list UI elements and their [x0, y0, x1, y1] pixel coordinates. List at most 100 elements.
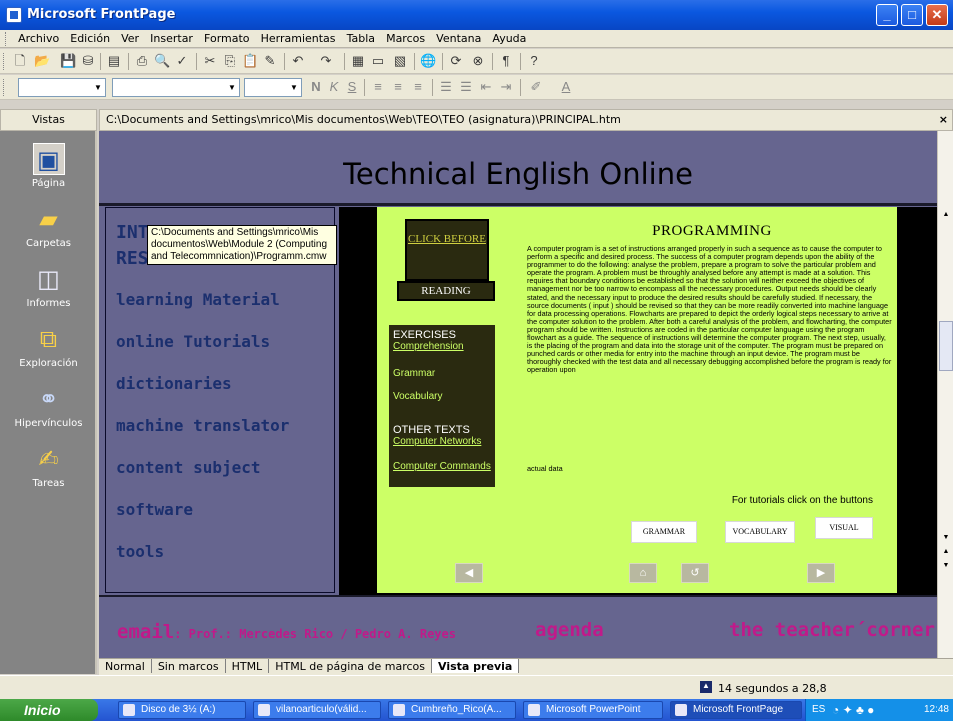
nav-link-machine-translator[interactable]: machine translator — [116, 416, 289, 435]
view-navigation[interactable]: ⧉ Exploración — [0, 319, 97, 377]
home-button[interactable]: ⌂ — [629, 563, 657, 583]
bold-icon[interactable]: N — [308, 79, 324, 95]
comprehension-link[interactable]: Comprehension — [393, 341, 491, 352]
minimize-button[interactable]: _ — [876, 4, 898, 26]
menu-edicion[interactable]: Edición — [66, 30, 114, 45]
font-color-icon[interactable]: A — [558, 79, 574, 95]
show-all-icon[interactable]: ¶ — [498, 53, 514, 69]
menu-herramientas[interactable]: Herramientas — [257, 30, 340, 45]
return-button[interactable]: ↺ — [681, 563, 709, 583]
tray-icons[interactable]: ◔ ✦ ♣ ● — [832, 699, 874, 721]
grammar-button[interactable]: GRAMMAR — [631, 521, 697, 543]
tab-html-marcos[interactable]: HTML de página de marcos — [269, 659, 433, 673]
insert-table-icon[interactable]: ▭ — [370, 53, 386, 69]
language-indicator[interactable]: ES — [812, 699, 825, 721]
email-link[interactable]: email — [117, 621, 174, 643]
format-painter-icon[interactable]: ✎ — [262, 53, 278, 69]
task-disco[interactable]: Disco de 3½ (A:) — [118, 701, 246, 719]
open-icon[interactable]: 📂 — [34, 53, 50, 69]
print-icon[interactable]: ⎙ — [134, 53, 150, 69]
agenda-link[interactable]: agenda — [535, 619, 604, 641]
redo-icon[interactable]: ↷ — [318, 53, 334, 69]
menu-ver[interactable]: Ver — [117, 30, 143, 45]
undo-icon[interactable]: ↶ — [290, 53, 306, 69]
tab-html[interactable]: HTML — [226, 659, 270, 673]
view-hyperlinks[interactable]: ⚭ Hipervínculos — [0, 379, 97, 437]
publish-icon[interactable]: ⛁ — [80, 53, 96, 69]
font-combo[interactable]: ▼ — [112, 78, 240, 97]
toolbar-grip[interactable] — [3, 79, 6, 96]
menu-marcos[interactable]: Marcos — [382, 30, 429, 45]
view-reports[interactable]: ◫ Informes — [0, 259, 97, 317]
italic-icon[interactable]: K — [326, 79, 342, 95]
spelling-icon[interactable]: ✓ — [174, 53, 190, 69]
vocabulary-link[interactable]: Vocabulary — [393, 391, 491, 402]
tab-vista-previa[interactable]: Vista previa — [432, 659, 520, 673]
visual-button[interactable]: VISUAL — [815, 517, 873, 539]
align-left-icon[interactable]: ≡ — [370, 79, 386, 95]
nav-link-int[interactable]: INT — [116, 222, 149, 243]
next-arrow-button[interactable]: ▶ — [807, 563, 835, 583]
view-folders[interactable]: ▰ Carpetas — [0, 199, 97, 257]
scroll-up-icon[interactable]: ▲ — [939, 211, 953, 225]
computer-networks-link[interactable]: Computer Networks — [393, 436, 491, 447]
menu-formato[interactable]: Formato — [200, 30, 254, 45]
font-size-combo[interactable]: ▼ — [244, 78, 302, 97]
hyperlink-icon[interactable]: 🌐 — [420, 53, 436, 69]
copy-icon[interactable]: ⎘ — [222, 53, 238, 69]
highlight-icon[interactable]: ✐ — [528, 79, 544, 95]
click-before-link[interactable]: CLICK BEFORE — [407, 233, 487, 245]
grammar-link[interactable]: Grammar — [393, 368, 491, 379]
insert-picture-icon[interactable]: ▧ — [392, 53, 408, 69]
nav-link-software[interactable]: software — [116, 500, 193, 519]
start-button[interactable]: Inicio — [0, 699, 98, 721]
cut-icon[interactable]: ✂ — [202, 53, 218, 69]
maximize-button[interactable]: □ — [901, 4, 923, 26]
scroll-down-icon[interactable]: ▼ ▲ ▼ — [939, 531, 953, 573]
new-page-icon[interactable]: 🗋 — [12, 53, 28, 69]
reading-button[interactable]: READING — [397, 281, 495, 301]
web-component-icon[interactable]: ▦ — [350, 53, 366, 69]
style-combo[interactable]: ▼ — [18, 78, 106, 97]
bullet-list-icon[interactable]: ☰ — [458, 79, 474, 95]
menu-ayuda[interactable]: Ayuda — [488, 30, 530, 45]
menu-grip[interactable] — [5, 32, 8, 46]
menu-tabla[interactable]: Tabla — [343, 30, 379, 45]
stop-icon[interactable]: ⊗ — [470, 53, 486, 69]
underline-icon[interactable]: S — [344, 79, 360, 95]
increase-indent-icon[interactable]: ⇥ — [498, 79, 514, 95]
decrease-indent-icon[interactable]: ⇤ — [478, 79, 494, 95]
align-center-icon[interactable]: ≡ — [390, 79, 406, 95]
nav-link-res[interactable]: RES — [116, 248, 149, 269]
view-tasks[interactable]: ✍ Tareas — [0, 439, 97, 497]
tab-sin-marcos[interactable]: Sin marcos — [152, 659, 226, 673]
view-page[interactable]: ▣ Página — [0, 139, 97, 197]
nav-link-learning-material[interactable]: learning Material — [116, 290, 280, 309]
menu-archivo[interactable]: Archivo — [14, 30, 63, 45]
close-document-icon[interactable]: × — [939, 110, 948, 130]
menu-ventana[interactable]: Ventana — [432, 30, 485, 45]
task-cumbreno[interactable]: Cumbreño_Rico(A... — [388, 701, 516, 719]
save-icon[interactable]: 💾 — [60, 53, 76, 69]
close-button[interactable]: ✕ — [926, 4, 948, 26]
numbered-list-icon[interactable]: ☰ — [438, 79, 454, 95]
task-vilano[interactable]: vilanoarticulo(válid... — [253, 701, 381, 719]
task-powerpoint[interactable]: Microsoft PowerPoint — [523, 701, 663, 719]
editor-scrollbar[interactable]: ▲ ▼ ▲ ▼ — [937, 131, 953, 658]
back-arrow-button[interactable]: ◀ — [455, 563, 483, 583]
refresh-icon[interactable]: ⟳ — [448, 53, 464, 69]
frontpage-app-icon[interactable] — [6, 7, 22, 23]
computer-commands-link[interactable]: Computer Commands — [393, 461, 491, 472]
preview-icon[interactable]: 🔍 — [154, 53, 170, 69]
toggle-views-icon[interactable]: ▤ — [106, 53, 122, 69]
tab-normal[interactable]: Normal — [99, 659, 152, 673]
teacher-corner-link[interactable]: the teacher´corner — [729, 619, 935, 641]
scroll-thumb[interactable] — [939, 321, 953, 371]
nav-link-tools[interactable]: tools — [116, 542, 164, 561]
menu-insertar[interactable]: Insertar — [146, 30, 197, 45]
nav-link-online-tutorials[interactable]: online Tutorials — [116, 332, 270, 351]
nav-link-content-subject[interactable]: content subject — [116, 458, 261, 477]
vocabulary-button[interactable]: VOCABULARY — [725, 521, 795, 543]
align-right-icon[interactable]: ≡ — [410, 79, 426, 95]
help-icon[interactable]: ? — [526, 53, 542, 69]
